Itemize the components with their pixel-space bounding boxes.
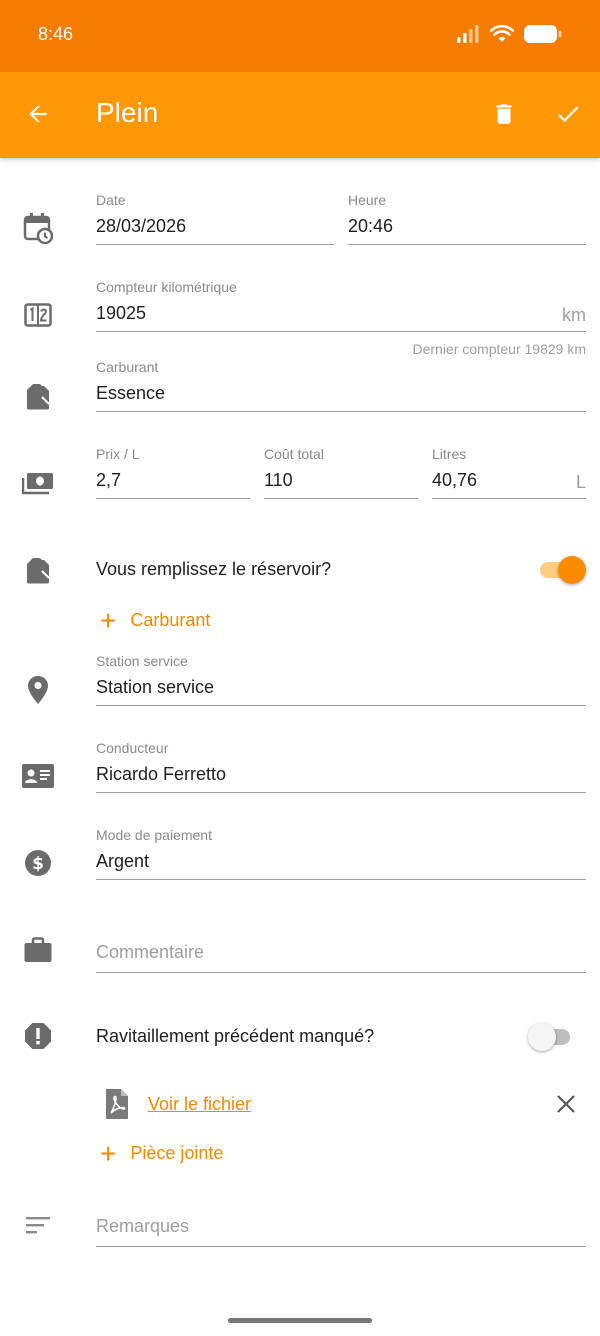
add-attachment-button[interactable]: + Pièce jointe: [100, 1137, 224, 1169]
delete-button[interactable]: [488, 98, 520, 130]
add-fuel-button[interactable]: + Carburant: [100, 604, 211, 636]
pdf-file-icon: [104, 1088, 130, 1120]
price-per-liter-value: 2,7: [96, 470, 122, 490]
liters-unit: L: [575, 472, 586, 492]
full-tank-label: Vous remplissez le réservoir?: [96, 559, 332, 579]
money-icon: [20, 466, 56, 502]
notes-lines-icon: [20, 1207, 56, 1243]
svg-text:$: $: [32, 854, 44, 874]
alert-octagon-icon: [20, 1018, 56, 1054]
remove-file-button[interactable]: [552, 1090, 580, 1118]
plus-icon: +: [100, 604, 117, 636]
driver-value: Ricardo Ferretto: [96, 764, 227, 784]
wifi-icon: [490, 25, 514, 42]
remarks-placeholder: Remarques: [96, 1216, 190, 1236]
status-time: 8:46: [38, 24, 74, 44]
add-fuel-label: Carburant: [130, 610, 211, 630]
arrow-left-icon: [29, 105, 47, 123]
add-attachment-label: Pièce jointe: [130, 1143, 224, 1163]
full-tank-switch[interactable]: [538, 556, 586, 584]
liters-value: 40,76: [432, 470, 478, 490]
plus-icon: +: [100, 1137, 117, 1169]
time-value: 20:46: [348, 216, 394, 236]
fuel-can-icon: [20, 552, 56, 588]
missed-refuel-label: Ravitaillement précédent manqué?: [96, 1026, 375, 1046]
home-indicator[interactable]: [228, 1318, 372, 1323]
fuel-can-icon: [20, 378, 56, 414]
status-bar: 8:46: [0, 0, 600, 72]
status-icons: [456, 24, 562, 44]
battery-icon: [524, 25, 562, 43]
fuel-type-value: Essence: [96, 383, 166, 403]
signal-icon: [457, 25, 479, 43]
odometer-hint: Dernier compteur 19829 km: [412, 341, 586, 357]
check-icon: [557, 106, 579, 123]
close-icon: [557, 1095, 575, 1113]
page-title: Plein: [96, 97, 159, 128]
trash-icon: [496, 104, 512, 124]
gas-station-value: Station service: [96, 677, 215, 697]
location-pin-icon: [20, 672, 56, 708]
id-card-icon: [20, 758, 56, 794]
payment-method-value: Argent: [96, 851, 150, 871]
odometer-value: 19025: [96, 303, 147, 323]
missed-refuel-switch[interactable]: [528, 1023, 574, 1051]
save-button[interactable]: [552, 98, 584, 130]
odometer-icon: [20, 297, 56, 333]
calendar-clock-icon: [20, 210, 56, 246]
view-file-link[interactable]: Voir le fichier: [148, 1094, 251, 1115]
app-bar: Plein: [0, 72, 600, 158]
date-value: 28/03/2026: [96, 216, 187, 236]
comment-placeholder: Commentaire: [96, 942, 205, 962]
total-cost-value: 110: [264, 470, 293, 490]
odometer-unit: km: [562, 305, 586, 325]
back-button[interactable]: [22, 98, 54, 130]
dollar-circle-icon: $: [20, 845, 56, 881]
briefcase-icon: [20, 932, 56, 968]
